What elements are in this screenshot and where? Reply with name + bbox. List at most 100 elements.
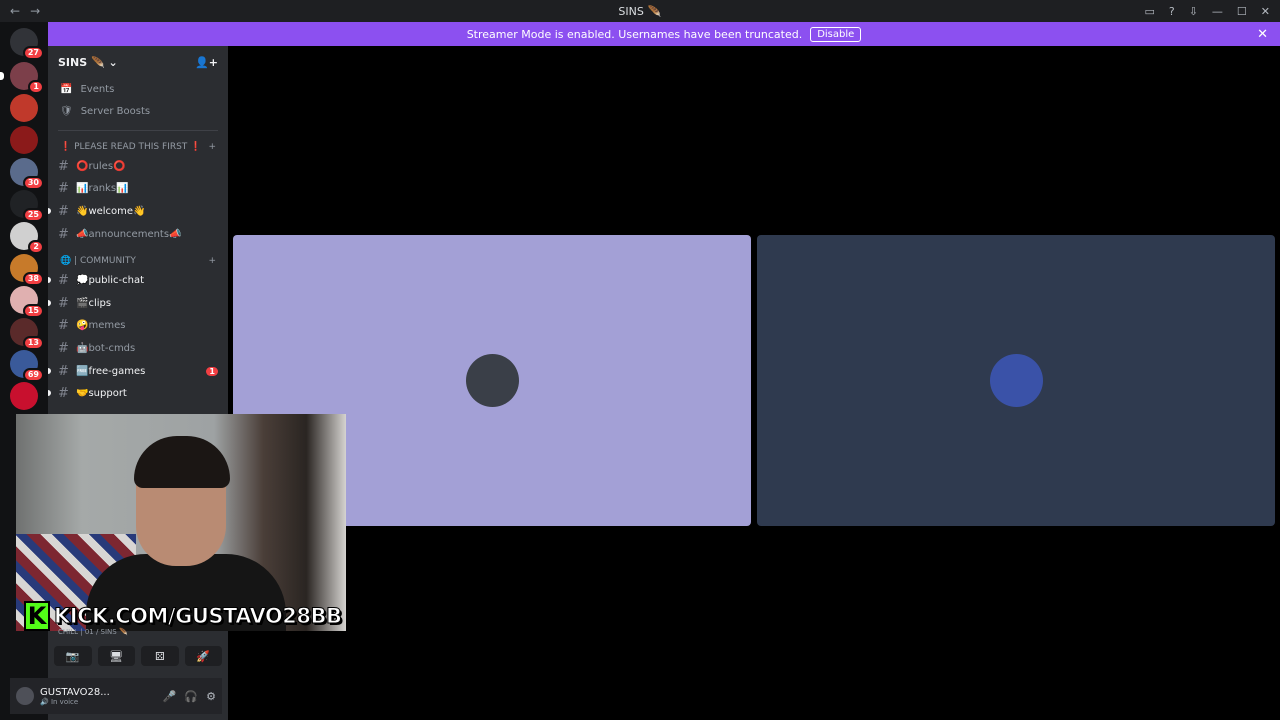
channel-item[interactable]: # 🆓free-games 1 — [48, 360, 228, 383]
channel-name: 🤪memes — [76, 320, 126, 332]
add-channel-icon[interactable]: + — [208, 256, 216, 266]
minimize-icon[interactable]: — — [1212, 5, 1223, 18]
server-icon[interactable]: 69 — [10, 350, 44, 382]
disable-button[interactable]: Disable — [810, 26, 862, 42]
events-item[interactable]: 📅 Events — [48, 78, 228, 100]
voice-channel-info: CHILL | 01 / SINS 🪶 — [58, 628, 128, 636]
download-icon[interactable]: ⇩ — [1189, 5, 1198, 18]
user-info: GUSTAVO28... 🔊 In voice — [40, 687, 110, 706]
participant-tile[interactable] — [757, 235, 1275, 526]
headphones-icon[interactable]: 🎧 — [184, 690, 198, 703]
channel-item[interactable]: # 📊ranks📊 — [48, 178, 228, 201]
server-icon[interactable] — [10, 94, 38, 122]
channel-name: 🤝support — [76, 388, 127, 400]
server-icon[interactable]: 2 — [10, 222, 44, 254]
server-icon[interactable]: 30 — [10, 158, 44, 190]
camera-off-icon[interactable]: 📷 — [54, 646, 92, 666]
soundboard-icon[interactable]: 🚀 — [184, 646, 222, 666]
add-channel-icon[interactable]: + — [208, 142, 216, 152]
webcam-overlay — [16, 414, 346, 631]
speaker-icon: 🔊 — [40, 697, 49, 706]
mention-badge: 25 — [22, 208, 44, 222]
hash-icon: # — [58, 318, 69, 334]
voice-action-buttons: 📷 🖥 ⚄ 🚀 — [54, 646, 222, 666]
microphone-icon[interactable]: 🎤 — [163, 690, 177, 703]
add-member-icon[interactable]: 👤+ — [195, 56, 218, 69]
maximize-icon[interactable]: ☐ — [1237, 5, 1247, 18]
forward-arrow-icon[interactable]: → — [30, 4, 40, 18]
user-status: 🔊 In voice — [40, 697, 79, 706]
boost-icon: 🛡 — [60, 105, 73, 117]
server-name: SINS 🪶 ⌄ — [58, 55, 118, 69]
server-icon[interactable]: 38 — [10, 254, 44, 286]
help-icon[interactable]: ? — [1169, 5, 1175, 18]
channel-item[interactable]: # 💭public-chat — [48, 269, 228, 292]
feather-icon: 🪶 — [647, 4, 662, 18]
category-name: 🌐 | COMMUNITY — [60, 256, 136, 267]
misc-label: Events — [80, 83, 115, 95]
hash-icon: # — [58, 273, 69, 289]
username: GUSTAVO28... — [40, 686, 110, 698]
server-icon[interactable]: 1 — [0, 62, 44, 94]
avatar[interactable] — [16, 687, 34, 705]
settings-gear-icon[interactable]: ⚙ — [206, 690, 216, 703]
avatar — [465, 354, 519, 407]
channel-name: 🆓free-games — [76, 365, 146, 377]
server-icon[interactable] — [10, 382, 38, 410]
user-panel: GUSTAVO28... 🔊 In voice 🎤 🎧 ⚙ — [10, 678, 222, 714]
category-name: ❗ PLEASE READ THIS FIRST ❗ — [60, 142, 202, 152]
channel-item[interactable]: # 🤖bot-cmds — [48, 337, 228, 360]
server-header[interactable]: SINS 🪶 ⌄ 👤+ — [48, 46, 228, 78]
channel-name: 💭public-chat — [76, 275, 145, 287]
server-icon[interactable] — [10, 126, 38, 154]
selected-pill — [0, 72, 4, 80]
mention-badge: 1 — [206, 366, 218, 376]
category-header[interactable]: ❗ PLEASE READ THIS FIRST ❗ + — [48, 139, 228, 155]
back-arrow-icon[interactable]: ← — [10, 4, 20, 18]
channel-name: 👋welcome👋 — [76, 205, 146, 217]
mention-badge: 1 — [28, 80, 44, 94]
hash-icon: # — [58, 363, 69, 379]
channel-item[interactable]: # 👋welcome👋 — [48, 200, 228, 223]
channel-item[interactable]: # 🎬clips — [48, 292, 228, 315]
kick-url: KICK.COM/GUSTAVO28BB — [54, 604, 343, 629]
inbox-icon[interactable]: ▭ — [1144, 5, 1154, 18]
avatar — [989, 354, 1043, 407]
channel-item[interactable]: # 🤪memes — [48, 315, 228, 338]
server-icon[interactable]: 15 — [10, 286, 44, 318]
hash-icon: # — [58, 295, 69, 311]
activities-icon[interactable]: ⚄ — [141, 646, 179, 666]
misc-list: 📅 Events 🛡 Server Boosts — [48, 78, 228, 122]
screen-share-icon[interactable]: 🖥 — [97, 646, 135, 666]
window-title-text: SINS — [618, 4, 644, 18]
close-banner-icon[interactable]: ✕ — [1257, 27, 1268, 42]
home-discord-icon[interactable]: 27 — [10, 28, 44, 60]
mention-badge: 15 — [22, 304, 44, 318]
window-title: SINS 🪶 — [618, 5, 661, 18]
hash-icon: # — [58, 386, 69, 402]
channel-item[interactable]: # 📣announcements📣 — [48, 223, 228, 246]
mention-badge: 30 — [22, 176, 44, 190]
channel-item[interactable]: # 🤝support — [48, 382, 228, 405]
streamer-hair — [134, 436, 230, 488]
category-header[interactable]: 🌐 | COMMUNITY + — [48, 253, 228, 269]
close-window-icon[interactable]: ✕ — [1261, 5, 1270, 18]
server-boosts-item[interactable]: 🛡 Server Boosts — [48, 100, 228, 122]
misc-label: Server Boosts — [80, 105, 151, 117]
channel-name: ⭕rules⭕ — [76, 160, 126, 172]
banner-message: Streamer Mode is enabled. Usernames have… — [466, 27, 803, 41]
server-icon[interactable]: 13 — [10, 318, 44, 350]
category-list: ❗ PLEASE READ THIS FIRST ❗ + # ⭕rules⭕ # 📊ran… — [48, 139, 228, 405]
mention-badge: 13 — [22, 336, 44, 350]
chevron-down-icon: ⌄ — [108, 55, 118, 69]
server-icon[interactable]: 25 — [10, 190, 44, 222]
mention-badge: 27 — [22, 46, 44, 60]
mention-badge: 38 — [22, 272, 44, 286]
title-bar: ← → SINS 🪶 ▭ ? ⇩ — ☐ ✕ — [0, 0, 1280, 22]
hash-icon: # — [58, 226, 69, 242]
hash-icon: # — [58, 203, 69, 219]
channel-name: 📊ranks📊 — [76, 183, 129, 195]
channel-item[interactable]: # ⭕rules⭕ — [48, 155, 228, 178]
hash-icon: # — [58, 181, 69, 197]
calendar-icon: 📅 — [60, 83, 73, 95]
